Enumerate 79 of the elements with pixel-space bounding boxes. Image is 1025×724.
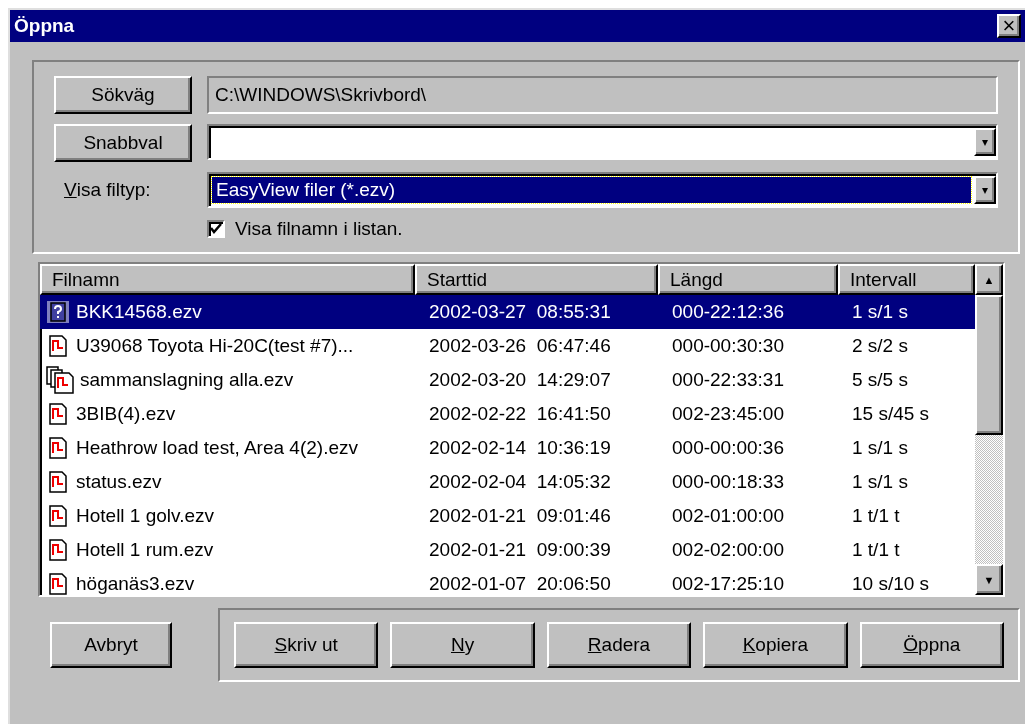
file-type-value: EasyView filer (*.ezv)	[212, 177, 971, 203]
table-cell-text: 2002-03-26 06:47:46	[428, 335, 612, 357]
table-cell-text: 2002-02-04 14:05:32	[428, 471, 612, 493]
table-cell-text: 2002-03-27 08:55:31	[428, 301, 612, 323]
table-cell-text: 2002-01-07 20:06:50	[428, 573, 612, 595]
table-cell-text: 2 s/2 s	[851, 335, 909, 357]
quick-select-dropdown[interactable]: ▾	[207, 124, 998, 160]
file-row[interactable]: Hotell 1 rum.ezv 2002-01-21 09:00:39 002-02:00:00 1 t/1 t	[40, 533, 975, 567]
action-button[interactable]: Skriv ut	[234, 622, 379, 668]
file-type-dropdown[interactable]: EasyView filer (*.ezv) ▾	[207, 172, 998, 208]
file-name: Heathrow load test, Area 4(2).ezv	[76, 437, 358, 459]
file-row[interactable]: höganäs3.ezv 2002-01-07 20:06:50 002-17:25:10 10 s/10 s	[40, 567, 975, 595]
close-button[interactable]: ×	[997, 14, 1021, 38]
table-cell-text: 2002-01-21 09:00:39	[428, 539, 612, 561]
table-cell-text: 002-17:25:10	[671, 573, 785, 595]
check-icon	[210, 223, 222, 235]
chart-file-icon	[46, 538, 70, 562]
table-cell-text: 000-22:33:31	[671, 369, 785, 391]
action-button[interactable]: Ny	[390, 622, 535, 668]
chart-file-icon	[46, 402, 70, 426]
table-cell-text: 1 t/1 t	[851, 539, 901, 561]
cancel-button[interactable]: Avbryt	[50, 622, 172, 668]
table-cell-text: 15 s/45 s	[851, 403, 931, 425]
checkbox-label: Visa filnamn i listan.	[235, 218, 403, 240]
file-row[interactable]: Hotell 1 golv.ezv 2002-01-21 09:01:46 002-01:00:00 1 t/1 t	[40, 499, 975, 533]
table-cell-text: 000-00:30:30	[671, 335, 785, 357]
file-name: höganäs3.ezv	[76, 573, 195, 595]
file-row[interactable]: U39068 Toyota Hi-20C(test #7)... 2002-03-26 06:47:46 000-00:30:30 2 s/2 s	[40, 329, 975, 363]
file-name: Hotell 1 rum.ezv	[76, 539, 214, 561]
table-cell-text: 2002-03-20 14:29:07	[428, 369, 612, 391]
action-button[interactable]: Radera	[546, 622, 692, 668]
chart-file-icon	[46, 436, 70, 460]
action-button[interactable]: Kopiera	[703, 622, 848, 668]
table-cell-text: 2002-02-22 16:41:50	[428, 403, 612, 425]
file-row[interactable]: Heathrow load test, Area 4(2).ezv 2002-02-14 10:36:19 000-00:00:36 1 s/1 s	[40, 431, 975, 465]
quick-select-button[interactable]: Snabbval	[54, 124, 192, 162]
table-cell-text: 000-00:00:36	[671, 437, 785, 459]
file-row[interactable]: sammanslagning alla.ezv 2002-03-20 14:29:07 000-22:33:31 5 s/5 s	[40, 363, 975, 397]
scrollbar[interactable]: ▲ ▼	[975, 264, 1003, 595]
checkbox[interactable]	[207, 220, 225, 238]
table-cell-text: 10 s/10 s	[851, 573, 931, 595]
scroll-down-button[interactable]: ▼	[975, 564, 1003, 595]
file-name: 3BIB(4).ezv	[76, 403, 176, 425]
table-cell-text: 000-22:12:36	[671, 301, 785, 323]
file-name: status.ezv	[76, 471, 162, 493]
file-row[interactable]: status.ezv 2002-02-04 14:05:32 000-00:18:33 1 s/1 s	[40, 465, 975, 499]
table-cell-text: 000-00:18:33	[671, 471, 785, 493]
table-cell-text: 002-01:00:00	[671, 505, 785, 527]
column-header[interactable]: Starttid	[415, 264, 658, 295]
file-row[interactable]: 3BIB(4).ezv 2002-02-22 16:41:50 002-23:45:00 15 s/45 s	[40, 397, 975, 431]
file-row[interactable]: BKK14568.ezv 2002-03-27 08:55:31 000-22:12:36 1 s/1 s	[40, 295, 975, 329]
scroll-thumb[interactable]	[975, 295, 1003, 435]
column-header[interactable]: Intervall	[838, 264, 975, 295]
window-title: Öppna	[14, 15, 75, 37]
table-cell-text: 1 t/1 t	[851, 505, 901, 527]
chart-file-icon	[46, 470, 70, 494]
table-cell-text: 002-02:00:00	[671, 539, 785, 561]
table-cell-text: 1 s/1 s	[851, 437, 909, 459]
file-name: U39068 Toyota Hi-20C(test #7)...	[76, 335, 354, 357]
scroll-up-button[interactable]: ▲	[975, 264, 1003, 295]
stacked-files-icon	[46, 366, 74, 394]
table-cell-text: 1 s/1 s	[851, 301, 909, 323]
action-button[interactable]: Öppna	[859, 622, 1005, 668]
path-button[interactable]: Sökväg	[54, 76, 192, 114]
chart-file-icon	[46, 504, 70, 528]
path-field: C:\WINDOWS\Skrivbord\	[207, 76, 998, 114]
table-cell-text: 2002-02-14 10:36:19	[428, 437, 612, 459]
column-header[interactable]: Längd	[658, 264, 838, 295]
table-cell-text: 1 s/1 s	[851, 471, 909, 493]
table-cell-text: 002-23:45:00	[671, 403, 785, 425]
table-cell-text: 5 s/5 s	[851, 369, 909, 391]
file-name: Hotell 1 golv.ezv	[76, 505, 214, 527]
file-name: sammanslagning alla.ezv	[80, 369, 294, 391]
chart-file-icon	[46, 334, 70, 358]
question-file-icon	[46, 300, 70, 324]
file-name: BKK14568.ezv	[76, 301, 202, 323]
file-type-label: Visa filtyp:	[63, 178, 152, 202]
table-cell-text: 2002-01-21 09:01:46	[428, 505, 612, 527]
column-header[interactable]: Filnamn	[40, 264, 415, 295]
